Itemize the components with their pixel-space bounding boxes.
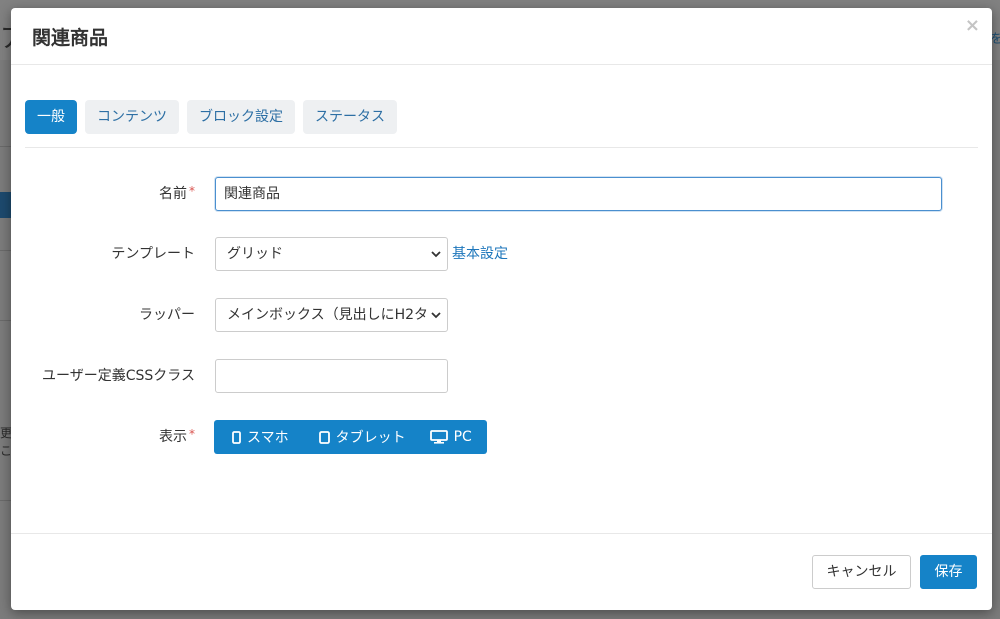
tab-general[interactable]: 一般 [25, 100, 77, 134]
chevron-down-icon [431, 312, 441, 319]
tablet-icon [318, 430, 330, 444]
modal-title: 関連商品 [32, 27, 109, 49]
device-pc-button[interactable]: PC [418, 420, 484, 454]
device-smartphone-label: スマホ [247, 430, 289, 446]
css-class-row: ユーザー定義CSSクラス [11, 359, 992, 393]
wrapper-select[interactable]: メインボックス（見出しにH2タ [215, 298, 448, 332]
css-class-label: ユーザー定義CSSクラス [42, 368, 195, 384]
required-mark: * [189, 427, 195, 441]
device-smartphone-button[interactable]: スマホ [214, 420, 301, 454]
name-row: 名前 * 関連商品 [11, 177, 992, 211]
device-tablet-button[interactable]: タブレット [301, 420, 418, 454]
tab-block-settings[interactable]: ブロック設定 [187, 100, 295, 134]
mobile-icon [232, 430, 241, 444]
name-input[interactable]: 関連商品 [215, 177, 942, 211]
template-label: テンプレート [111, 246, 195, 262]
name-label: 名前 * [159, 177, 195, 211]
tab-contents[interactable]: コンテンツ [85, 100, 179, 134]
tab-bar: 一般 コンテンツ ブロック設定 ステータス [25, 100, 397, 134]
modal-header: 関連商品 × [11, 8, 992, 65]
wrapper-row: ラッパー メインボックス（見出しにH2タ [11, 298, 992, 332]
save-button[interactable]: 保存 [920, 555, 977, 589]
tab-status[interactable]: ステータス [303, 100, 397, 134]
footer-divider [11, 533, 992, 534]
display-row: 表示 * スマホ タブレット PC [11, 420, 992, 454]
chevron-down-icon [431, 251, 441, 258]
template-row: テンプレート グリッド 基本設定 [11, 237, 992, 271]
basic-settings-link[interactable]: 基本設定 [452, 237, 508, 271]
wrapper-selected-value: メインボックス（見出しにH2タ [227, 307, 429, 323]
template-selected-value: グリッド [227, 246, 283, 262]
name-label-text: 名前 [159, 186, 187, 202]
template-select[interactable]: グリッド [215, 237, 448, 271]
device-toggle-group: スマホ タブレット PC [214, 420, 487, 454]
wrapper-label: ラッパー [139, 307, 195, 323]
desktop-icon [429, 430, 448, 444]
related-products-modal: 関連商品 × 一般 コンテンツ ブロック設定 ステータス 名前 * 関連商品 テン… [11, 8, 992, 610]
close-icon[interactable]: × [965, 16, 980, 36]
required-mark: * [189, 184, 195, 198]
display-label-text: 表示 [159, 429, 187, 445]
display-label: 表示 * [159, 420, 195, 454]
device-tablet-label: タブレット [335, 430, 406, 446]
css-class-input[interactable] [215, 359, 448, 393]
cancel-button[interactable]: キャンセル [812, 555, 911, 589]
tab-divider [25, 147, 978, 148]
device-pc-label: PC [453, 429, 472, 445]
